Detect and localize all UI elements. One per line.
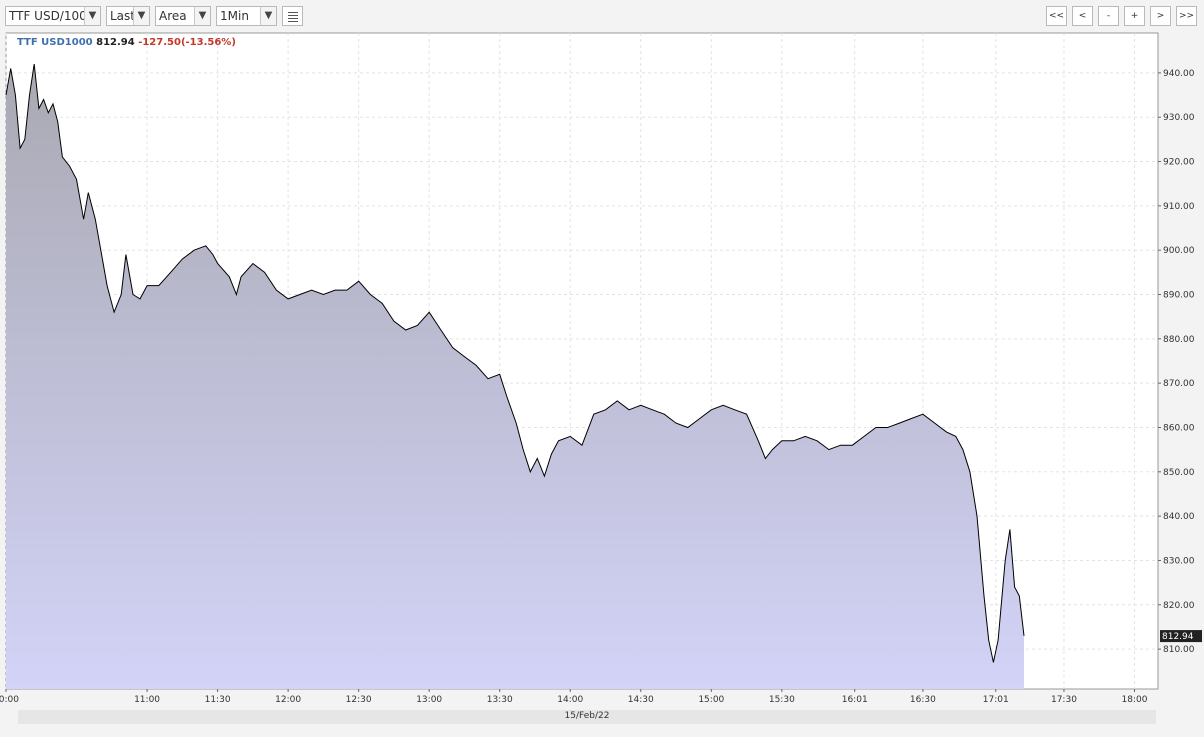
- x-tick-label: 13:00: [416, 695, 442, 705]
- y-tick-label: 900.00: [1163, 246, 1195, 256]
- x-tick-label: 16:30: [910, 695, 936, 705]
- y-tick-label: 830.00: [1163, 556, 1195, 566]
- x-tick-label: 16:01: [842, 695, 868, 705]
- legend-last-value: 812.94: [96, 37, 135, 48]
- x-tick-label: 14:30: [628, 695, 654, 705]
- y-tick-label: 860.00: [1163, 423, 1195, 433]
- y-tick-label: 920.00: [1163, 158, 1195, 168]
- x-tick-label: 11:30: [205, 695, 231, 705]
- price-chart[interactable]: 940.00 930.00 920.00 910.00 900.00 890.00 880.…: [0, 0, 1204, 737]
- x-tick-label: 17:30: [1051, 695, 1077, 705]
- y-tick-label: 910.00: [1163, 202, 1195, 212]
- date-scrollbar[interactable]: 15/Feb/22: [18, 710, 1156, 724]
- legend-change: -127.50(-13.56%): [138, 37, 236, 48]
- x-tick-label: 10:00: [0, 695, 19, 705]
- x-tick-label: 15:30: [769, 695, 795, 705]
- x-tick-label: 15:00: [698, 695, 724, 705]
- y-tick-label: 940.00: [1163, 69, 1195, 79]
- x-tick-label: 13:30: [487, 695, 513, 705]
- y-tick-label: 840.00: [1163, 512, 1195, 522]
- last-value-label: 812.94: [1162, 632, 1194, 642]
- y-tick-label: 810.00: [1163, 645, 1195, 655]
- date-label: 15/Feb/22: [564, 711, 610, 721]
- x-tick-label: 11:00: [134, 695, 160, 705]
- y-tick-label: 820.00: [1163, 601, 1195, 611]
- x-tick-label: 18:00: [1122, 695, 1148, 705]
- y-tick-label: 850.00: [1163, 468, 1195, 478]
- y-tick-label: 930.00: [1163, 113, 1195, 123]
- chart-legend-header: TTF USD1000 812.94 -127.50(-13.56%): [17, 37, 236, 48]
- x-tick-label: 12:00: [275, 695, 301, 705]
- y-tick-label: 880.00: [1163, 335, 1195, 345]
- x-tick-label: 17:01: [983, 695, 1009, 705]
- y-tick-label: 870.00: [1163, 379, 1195, 389]
- x-tick-label: 14:00: [557, 695, 583, 705]
- legend-symbol: TTF USD1000: [17, 37, 93, 48]
- x-tick-label: 12:30: [346, 695, 372, 705]
- y-tick-label: 890.00: [1163, 291, 1195, 301]
